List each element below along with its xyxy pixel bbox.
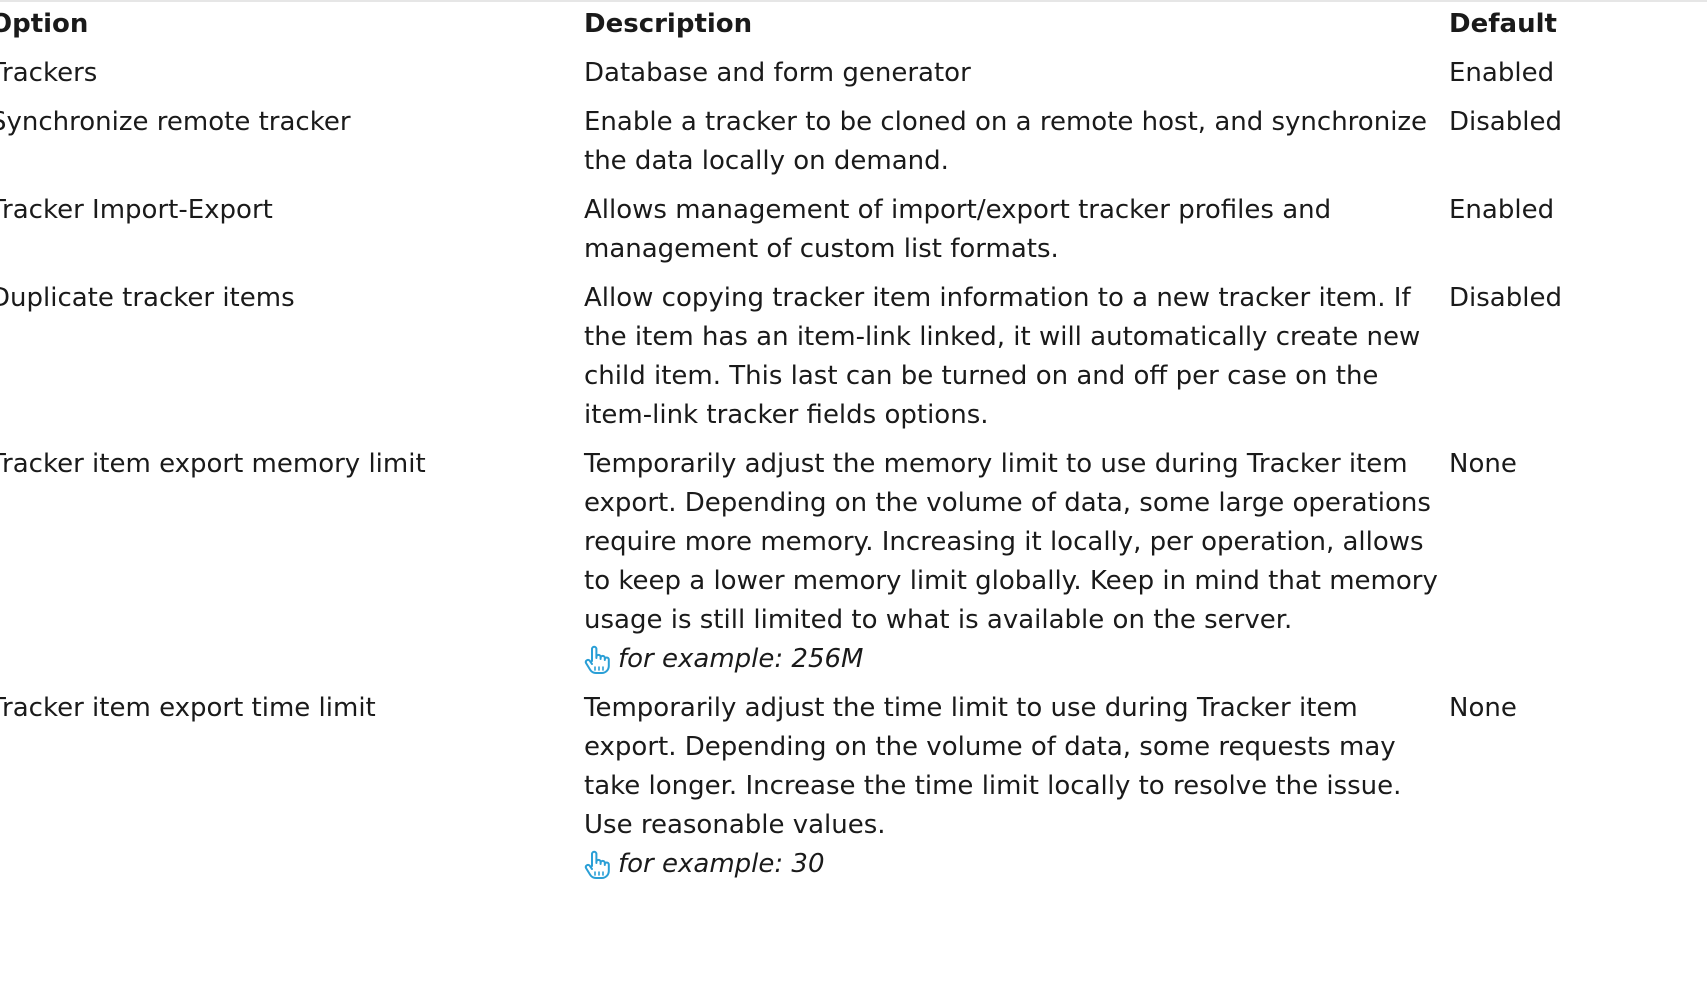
top-divider: [0, 0, 1707, 2]
header-description: Description: [584, 9, 753, 39]
option-description-cell: Temporarily adjust the memory limit to u…: [584, 445, 1449, 679]
option-description: Temporarily adjust the time limit to use…: [584, 693, 1402, 840]
option-description: Allows management of import/export track…: [584, 195, 1332, 264]
example-text: for example: 30: [618, 849, 825, 879]
option-description: Database and form generator: [584, 58, 971, 88]
option-description-cell: Temporarily adjust the time limit to use…: [584, 689, 1449, 884]
option-default: Disabled: [1449, 283, 1562, 313]
option-default: None: [1449, 449, 1517, 479]
table-header: Option Description Default: [0, 5, 1707, 49]
preferences-table: Option Description Default Trackers Data…: [0, 5, 1707, 894]
table-row: Tracker item export time limit Temporari…: [0, 689, 1707, 884]
table-row: Duplicate tracker items Allow copying tr…: [0, 279, 1707, 435]
option-description: Enable a tracker to be cloned on a remot…: [584, 107, 1428, 176]
option-name: Tracker item export memory limit: [0, 449, 426, 479]
example-hint: for example: 30: [584, 845, 1449, 884]
example-text: for example: 256M: [618, 644, 864, 674]
table-row: Trackers Database and form generator Ena…: [0, 54, 1707, 93]
option-name: Trackers: [0, 58, 98, 88]
option-name: Tracker item export time limit: [0, 693, 376, 723]
option-default: Enabled: [1449, 58, 1555, 88]
table-row: Tracker item export memory limit Tempora…: [0, 445, 1707, 679]
option-description: Temporarily adjust the memory limit to u…: [584, 449, 1438, 635]
table-row: Tracker Import-Export Allows management …: [0, 191, 1707, 269]
option-default: None: [1449, 693, 1517, 723]
option-name: Duplicate tracker items: [0, 283, 295, 313]
pointing-hand-icon: [584, 645, 610, 674]
example-hint: for example: 256M: [584, 640, 1449, 679]
header-option: Option: [0, 9, 89, 39]
header-default: Default: [1449, 9, 1557, 39]
option-description: Allow copying tracker item information t…: [584, 283, 1421, 430]
table-row: Synchronize remote tracker Enable a trac…: [0, 103, 1707, 181]
option-name: Tracker Import-Export: [0, 195, 273, 225]
option-name: Synchronize remote tracker: [0, 107, 351, 137]
option-default: Enabled: [1449, 195, 1555, 225]
pointing-hand-icon: [584, 850, 610, 879]
option-default: Disabled: [1449, 107, 1562, 137]
